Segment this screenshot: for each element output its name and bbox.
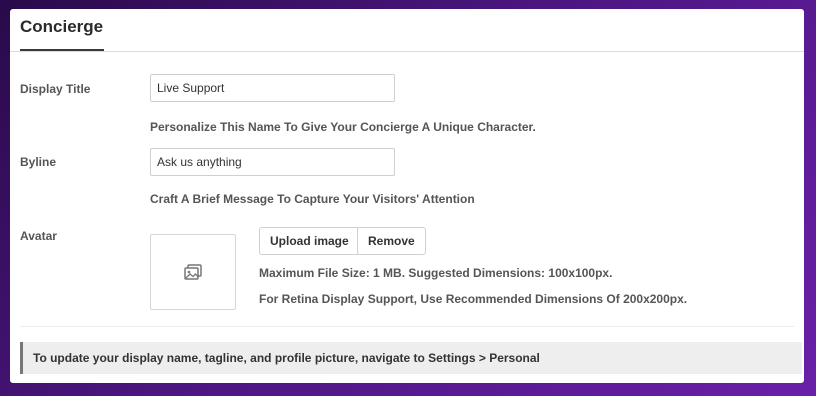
upload-image-button[interactable]: Upload image	[259, 227, 360, 255]
concierge-panel: Concierge Display Title Personalize This…	[10, 9, 804, 383]
image-placeholder-icon	[184, 264, 202, 280]
tab-concierge[interactable]: Concierge	[20, 9, 104, 51]
display-title-label: Display Title	[20, 82, 91, 96]
byline-hint: Craft A Brief Message To Capture Your Vi…	[150, 192, 475, 206]
display-title-input[interactable]	[150, 74, 395, 102]
section-divider	[20, 326, 794, 327]
settings-notice: To update your display name, tagline, an…	[20, 342, 802, 374]
avatar-retina-text: For Retina Display Support, Use Recommen…	[259, 292, 688, 306]
byline-input[interactable]	[150, 148, 395, 176]
byline-label: Byline	[20, 155, 57, 169]
avatar-preview[interactable]	[150, 234, 236, 310]
avatar-max-size-text: Maximum File Size: 1 MB. Suggested Dimen…	[259, 266, 613, 280]
avatar-label: Avatar	[20, 229, 57, 243]
remove-avatar-button[interactable]: Remove	[357, 227, 426, 255]
tab-bar: Concierge	[10, 9, 804, 52]
display-title-hint: Personalize This Name To Give Your Conci…	[150, 120, 536, 134]
